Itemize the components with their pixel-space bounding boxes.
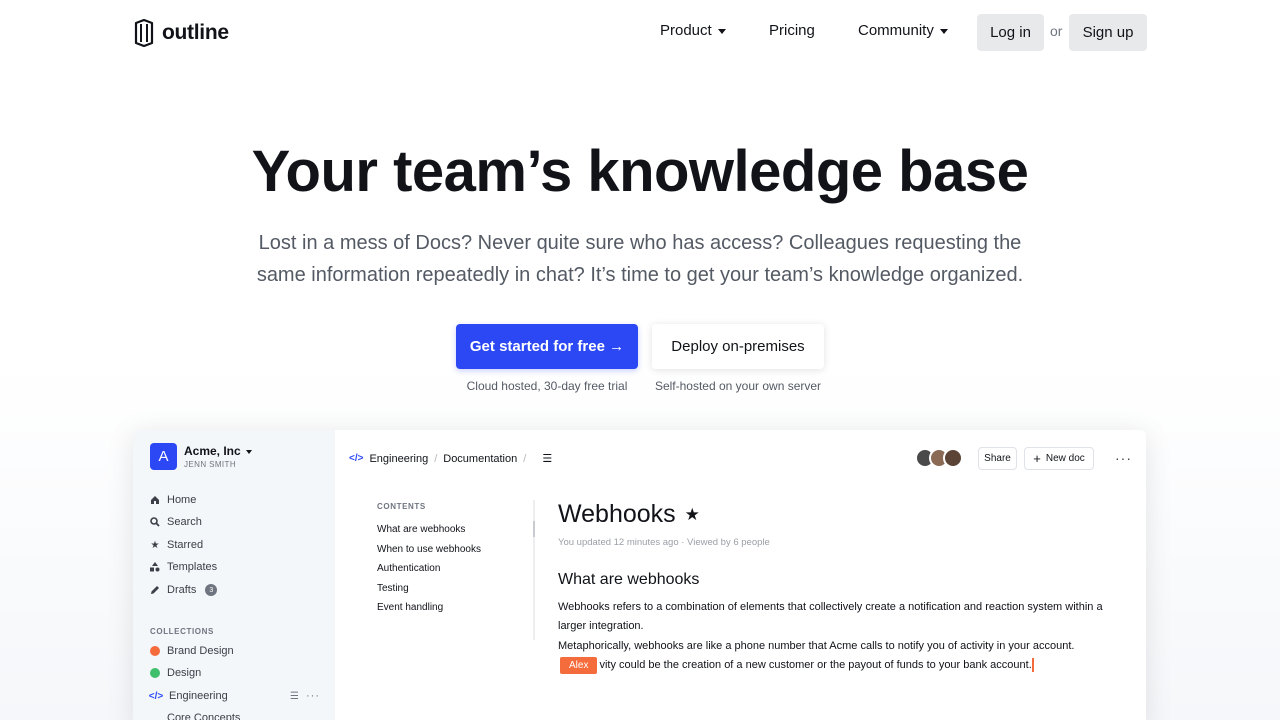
app-preview: A Acme, Inc JENN SMITH Home Search ★ Sta… xyxy=(133,430,1146,720)
caret-down-icon xyxy=(717,28,726,34)
text-cursor xyxy=(1031,658,1034,673)
table-of-contents-icon[interactable]: ☰ xyxy=(542,452,552,465)
nav-community-menu[interactable]: Community xyxy=(858,22,948,39)
sidebar-item-label: Starred xyxy=(167,539,204,551)
nav-product-label: Product xyxy=(660,22,712,39)
toc-item[interactable]: Authentication xyxy=(377,563,440,574)
code-icon: </> xyxy=(349,453,364,464)
sidebar-item-label: Drafts xyxy=(167,584,197,596)
self-hosted-note: Self-hosted on your own server xyxy=(654,379,822,393)
code-icon: </> xyxy=(148,690,164,702)
shapes-icon xyxy=(150,562,160,572)
sidebar-item-home[interactable]: Home xyxy=(150,494,196,506)
sidebar-item-drafts[interactable]: Drafts 3 xyxy=(150,584,218,596)
collaborator-avatars[interactable] xyxy=(915,448,963,468)
share-button[interactable]: Share xyxy=(978,447,1017,470)
nav-community-label: Community xyxy=(858,22,934,39)
team-user-name: JENN SMITH xyxy=(184,460,236,469)
document-title-text: Webhooks xyxy=(558,500,676,528)
toc-item[interactable]: When to use webhooks xyxy=(377,544,481,555)
breadcrumb-separator: / xyxy=(434,452,438,465)
breadcrumb-document[interactable]: Documentation xyxy=(443,453,517,465)
get-started-button[interactable]: Get started for free → xyxy=(456,324,638,369)
avatar xyxy=(943,448,963,468)
new-doc-label: New doc xyxy=(1045,453,1085,464)
sidebar-item-search[interactable]: Search xyxy=(150,516,202,528)
toc-item[interactable]: Testing xyxy=(377,583,409,594)
search-icon xyxy=(150,517,160,527)
sidebar-collection-brand-design[interactable]: Brand Design xyxy=(150,645,234,657)
caret-down-icon xyxy=(939,28,948,34)
outline-logo-icon xyxy=(134,19,154,47)
paragraph-text: Metaphorically, webhooks are like a phon… xyxy=(558,640,1075,652)
sidebar-collection-engineering[interactable]: </> Engineering ☰ ··· xyxy=(148,690,320,702)
nav-product-menu[interactable]: Product xyxy=(660,22,726,39)
star-icon: ★ xyxy=(150,539,160,551)
pencil-icon xyxy=(150,585,160,595)
login-button[interactable]: Log in xyxy=(977,14,1044,51)
sidebar-item-label: Search xyxy=(167,516,202,528)
sidebar-item-starred[interactable]: ★ Starred xyxy=(150,539,204,551)
caret-down-icon xyxy=(245,449,252,454)
document-paragraph[interactable]: Webhooks refers to a combination of elem… xyxy=(558,598,1103,636)
document-meta: You updated 12 minutes ago · Viewed by 6… xyxy=(558,537,770,548)
signup-button[interactable]: Sign up xyxy=(1069,14,1147,51)
collections-heading: COLLECTIONS xyxy=(150,627,214,636)
collection-label: Design xyxy=(167,667,202,679)
palette-icon xyxy=(150,646,160,656)
document-heading: What are webhooks xyxy=(558,571,700,588)
leaf-icon xyxy=(150,668,160,678)
sidebar-doc-core-concepts[interactable]: Core Concepts xyxy=(167,712,240,720)
contents-heading: CONTENTS xyxy=(377,502,426,511)
sidebar-collection-design[interactable]: Design xyxy=(150,667,201,679)
hero-subtitle: Lost in a mess of Docs? Never quite sure… xyxy=(256,232,1024,286)
sidebar-item-label: Templates xyxy=(167,561,218,573)
plus-icon: + xyxy=(1033,450,1041,466)
toc-item[interactable]: Event handling xyxy=(377,602,443,613)
more-options-icon[interactable]: ··· xyxy=(1115,450,1132,466)
nav-pricing-link[interactable]: Pricing xyxy=(769,22,815,39)
team-name: Acme, Inc xyxy=(184,444,241,458)
sort-icon[interactable]: ☰ xyxy=(290,691,299,702)
collection-label: Core Concepts xyxy=(167,712,241,720)
top-nav: outline Product Pricing Community Log in… xyxy=(0,0,1280,64)
toc-active-indicator xyxy=(533,521,535,537)
nav-pricing-label: Pricing xyxy=(769,22,815,39)
brand-logo[interactable]: outline xyxy=(133,19,229,47)
breadcrumb-collection[interactable]: Engineering xyxy=(369,453,428,465)
breadcrumb: </> Engineering / Documentation / ☰ xyxy=(349,452,552,466)
cloud-hosted-note: Cloud hosted, 30-day free trial xyxy=(466,379,628,393)
brand-name: outline xyxy=(162,21,229,44)
home-icon xyxy=(150,495,160,505)
star-icon[interactable]: ★ xyxy=(685,505,700,525)
app-sidebar: A Acme, Inc JENN SMITH Home Search ★ Sta… xyxy=(133,430,335,720)
paragraph-text: vity could be the creation of a new cust… xyxy=(599,659,1032,671)
team-avatar[interactable]: A xyxy=(150,443,177,470)
drafts-count-badge: 3 xyxy=(205,584,218,596)
breadcrumb-separator: / xyxy=(523,452,527,465)
team-switcher[interactable]: Acme, Inc xyxy=(184,444,252,458)
sidebar-item-templates[interactable]: Templates xyxy=(150,561,217,573)
more-options-icon[interactable]: ··· xyxy=(306,690,320,702)
deploy-on-premises-button[interactable]: Deploy on-premises xyxy=(652,324,824,369)
collaborator-cursor-label: Alex xyxy=(560,657,598,674)
or-separator: or xyxy=(1050,23,1063,39)
collection-label: Engineering xyxy=(169,690,228,702)
sidebar-item-label: Home xyxy=(167,494,197,506)
app-main: </> Engineering / Documentation / ☰ Shar… xyxy=(335,430,1146,720)
document-paragraph[interactable]: Metaphorically, webhooks are like a phon… xyxy=(558,637,1103,675)
hero-title: Your team’s knowledge base xyxy=(251,139,1029,204)
document-title[interactable]: Webhooks ★ xyxy=(558,500,700,529)
new-doc-button[interactable]: + New doc xyxy=(1024,447,1094,470)
toc-item[interactable]: What are webhooks xyxy=(377,524,465,535)
collection-label: Brand Design xyxy=(167,645,234,657)
